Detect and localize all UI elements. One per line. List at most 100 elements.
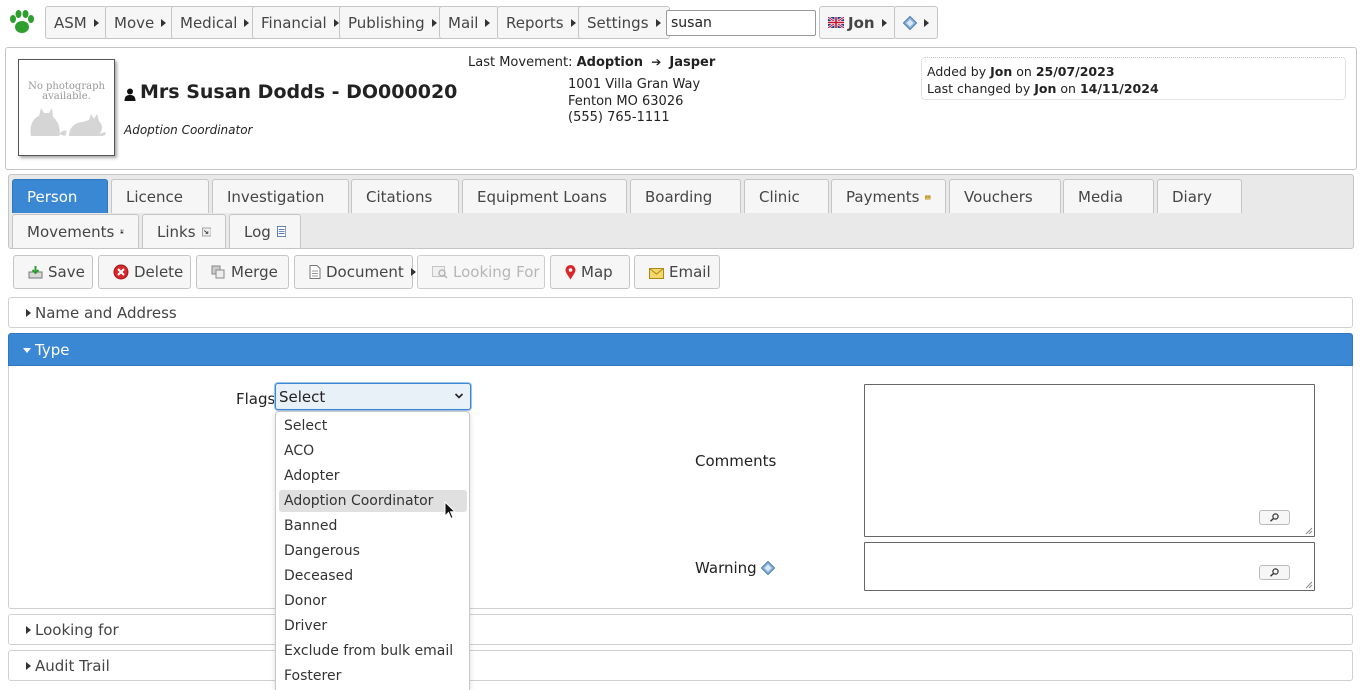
- person-address: 1001 Villa Gran Way Fenton MO 63026 (555…: [568, 77, 700, 127]
- tab-licence[interactable]: Licence: [111, 179, 209, 213]
- save-button[interactable]: Save: [13, 255, 93, 289]
- tab-links[interactable]: Links: [142, 214, 226, 248]
- user-menu[interactable]: Jon: [819, 6, 896, 39]
- person-role: Adoption Coordinator: [124, 123, 253, 137]
- warning-textarea[interactable]: [864, 542, 1315, 591]
- added-by-line: Added by Jon on 25/07/2023: [927, 63, 1340, 80]
- delete-button[interactable]: Delete: [98, 255, 191, 289]
- flag-option[interactable]: Deceased: [279, 565, 467, 587]
- menu-move[interactable]: Move: [105, 6, 176, 39]
- menu-settings[interactable]: Settings: [578, 6, 670, 39]
- flag-option-highlighted[interactable]: Adoption Coordinator: [279, 490, 467, 512]
- on-label: on: [1060, 81, 1076, 96]
- tab-payments-label: Payments: [846, 187, 920, 206]
- flag-option[interactable]: Adopter: [279, 465, 467, 487]
- tab-person-label: Person: [27, 187, 78, 206]
- tab-media[interactable]: Media: [1063, 179, 1154, 213]
- flag-option[interactable]: ACO: [279, 440, 467, 462]
- save-button-label: Save: [48, 263, 85, 281]
- tab-payments[interactable]: Payments: [831, 179, 946, 213]
- search-input[interactable]: [666, 10, 816, 36]
- person-photo[interactable]: No photograph available.: [18, 59, 115, 156]
- last-movement-animal[interactable]: Jasper: [669, 55, 715, 70]
- flag-option[interactable]: Fosterer: [279, 665, 467, 687]
- section-type[interactable]: Type: [8, 333, 1353, 366]
- document-button[interactable]: Document: [294, 255, 416, 289]
- user-name: Jon: [848, 13, 875, 32]
- section-looking-for-label: Looking for: [35, 620, 119, 639]
- tab-clinic[interactable]: Clinic: [744, 179, 829, 213]
- menu-medical[interactable]: Medical: [171, 6, 259, 39]
- menu-financial[interactable]: Financial: [252, 6, 348, 39]
- last-movement: Last Movement: Adoption ➔ Jasper: [468, 55, 715, 70]
- phone-number: (555) 765-1111: [568, 110, 670, 125]
- email-icon: [649, 267, 664, 279]
- tab-equipment-loans-label: Equipment Loans: [477, 187, 607, 206]
- tab-equipment-loans[interactable]: Equipment Loans: [462, 179, 627, 213]
- flags-select[interactable]: Select: [275, 383, 471, 410]
- menu-asm[interactable]: ASM: [45, 6, 108, 39]
- email-button[interactable]: Email: [634, 255, 720, 289]
- menu-asm-label: ASM: [54, 13, 87, 32]
- magnify-icon: [1270, 568, 1279, 577]
- warning-zoom-button[interactable]: [1259, 565, 1290, 580]
- section-type-label: Type: [35, 340, 70, 359]
- flag-option[interactable]: Select: [279, 415, 467, 437]
- comments-textarea[interactable]: [864, 384, 1315, 537]
- help-menu[interactable]: [894, 6, 938, 39]
- asm-logo[interactable]: [5, 6, 39, 38]
- caret-right-icon: [26, 662, 31, 670]
- menu-publishing[interactable]: Publishing: [339, 6, 446, 39]
- menu-medical-label: Medical: [180, 13, 238, 32]
- menu-reports[interactable]: Reports: [497, 6, 585, 39]
- looking-for-button[interactable]: Looking For: [417, 255, 545, 289]
- menu-mail[interactable]: Mail: [439, 6, 500, 39]
- caret-right-icon: [333, 18, 339, 27]
- flag-option[interactable]: Banned: [279, 515, 467, 537]
- person-icon: [124, 88, 136, 101]
- changed-by-user: Jon: [1034, 81, 1057, 96]
- tab-boarding[interactable]: Boarding: [630, 179, 741, 213]
- menu-settings-label: Settings: [587, 13, 649, 32]
- resize-grip-icon[interactable]: [1304, 580, 1313, 589]
- section-name-and-address[interactable]: Name and Address: [8, 297, 1353, 328]
- tab-movements[interactable]: Movements: [12, 214, 139, 248]
- paw-icon: [10, 10, 34, 33]
- caret-right-icon: [881, 18, 887, 27]
- section-looking-for[interactable]: Looking for: [8, 614, 1353, 645]
- tab-diary[interactable]: Diary: [1157, 179, 1242, 213]
- delete-icon: [113, 264, 129, 280]
- diamond-info-icon: [760, 561, 775, 575]
- menu-financial-label: Financial: [261, 13, 327, 32]
- tab-vouchers[interactable]: Vouchers: [949, 179, 1061, 213]
- links-icon: [201, 227, 211, 236]
- tab-citations-label: Citations: [366, 187, 433, 206]
- tab-investigation[interactable]: Investigation: [212, 179, 349, 213]
- section-audit-trail[interactable]: Audit Trail: [8, 650, 1353, 681]
- flag-option[interactable]: Exclude from bulk email: [279, 640, 467, 662]
- caret-down-icon: [23, 348, 31, 353]
- tab-log[interactable]: Log: [229, 214, 301, 248]
- tab-log-label: Log: [244, 222, 271, 241]
- flag-option[interactable]: Donor: [279, 590, 467, 612]
- tab-person[interactable]: Person: [12, 179, 108, 213]
- last-movement-type[interactable]: Adoption: [577, 55, 643, 70]
- caret-right-icon: [26, 626, 31, 634]
- log-icon: [276, 226, 286, 237]
- menu-publishing-label: Publishing: [348, 13, 425, 32]
- map-button[interactable]: Map: [550, 255, 630, 289]
- flag-option[interactable]: Driver: [279, 615, 467, 637]
- flag-option[interactable]: Dangerous: [279, 540, 467, 562]
- comments-zoom-button[interactable]: [1259, 510, 1290, 525]
- tab-citations[interactable]: Citations: [351, 179, 459, 213]
- chevron-down-icon: [454, 393, 464, 399]
- person-name-text: Mrs Susan Dodds - DO000020: [140, 81, 458, 103]
- uk-flag-icon: [828, 17, 844, 28]
- caret-right-icon: [924, 18, 929, 27]
- merge-button[interactable]: Merge: [196, 255, 289, 289]
- mouse-cursor-icon: [444, 501, 456, 520]
- resize-grip-icon[interactable]: [1304, 526, 1313, 535]
- tab-licence-label: Licence: [126, 187, 183, 206]
- looking-for-icon: [432, 266, 448, 279]
- tab-clinic-label: Clinic: [759, 187, 800, 206]
